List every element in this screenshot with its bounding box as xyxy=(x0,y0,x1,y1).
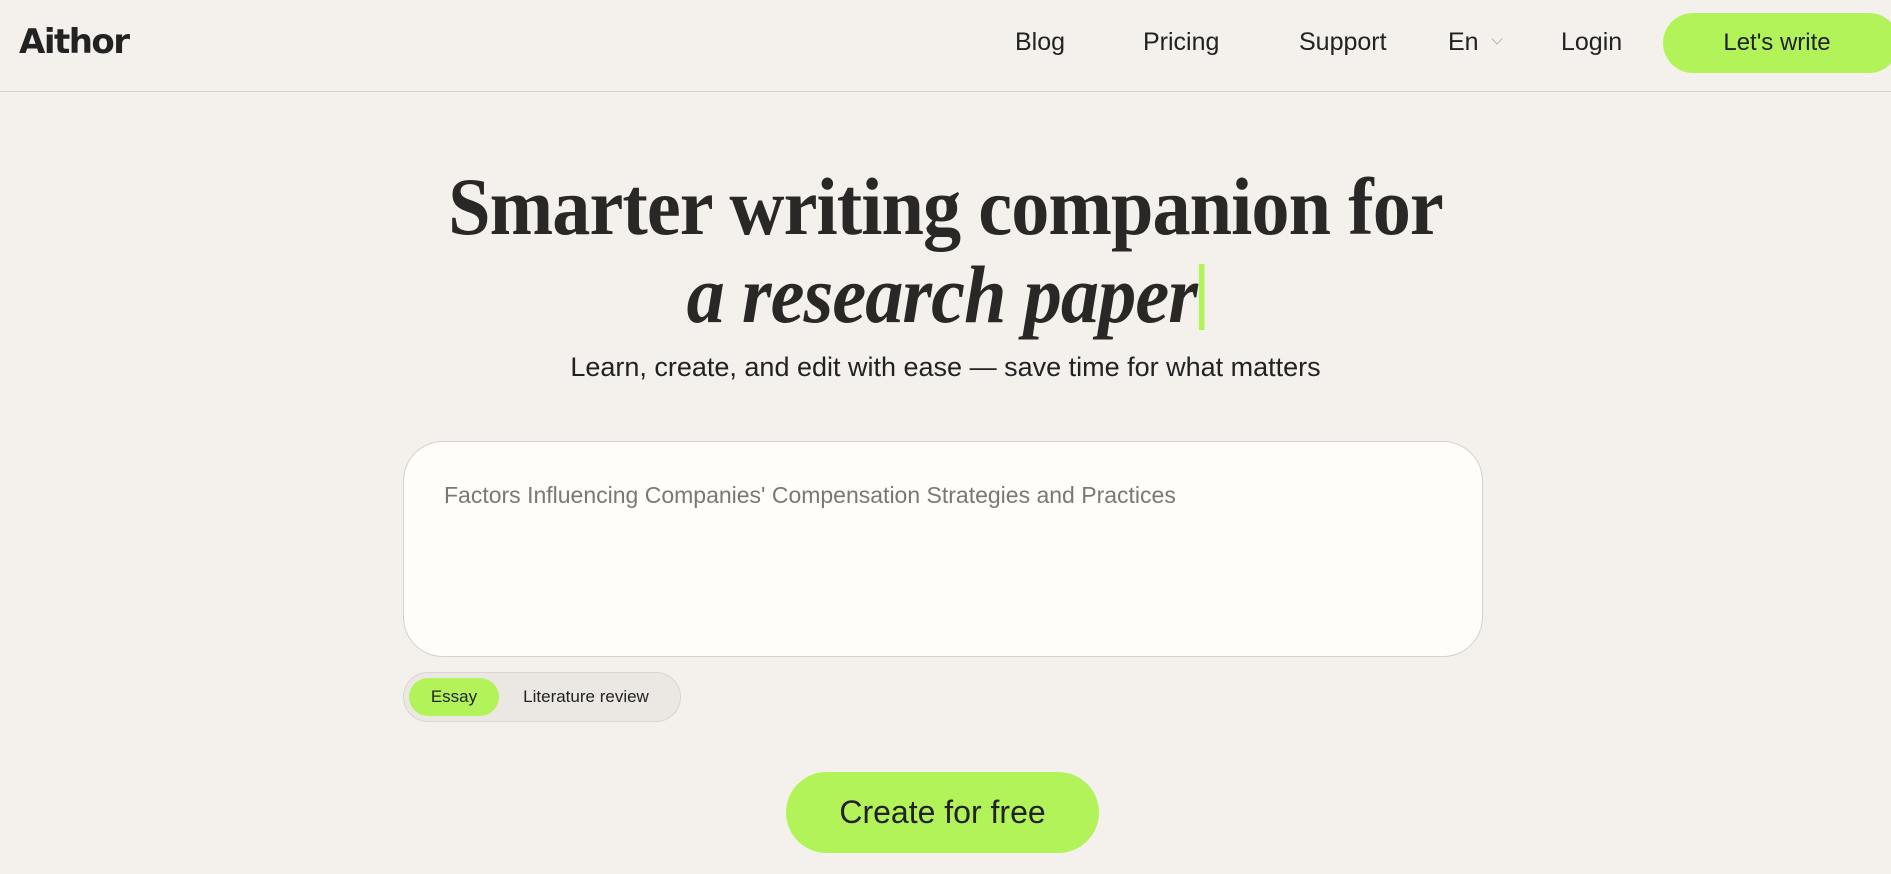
login-link[interactable]: Login xyxy=(1561,27,1622,57)
create-for-free-button[interactable]: Create for free xyxy=(786,772,1099,853)
language-selector[interactable]: En xyxy=(1448,27,1503,57)
nav-pricing-link[interactable]: Pricing xyxy=(1143,27,1219,57)
language-label: En xyxy=(1448,28,1479,56)
mode-toggle: Essay Literature review xyxy=(403,672,681,722)
topic-input-box[interactable] xyxy=(403,441,1483,657)
chevron-down-icon xyxy=(1490,33,1503,45)
mode-essay-button[interactable]: Essay xyxy=(409,678,499,716)
typing-cursor-icon xyxy=(1198,264,1205,330)
hero-subtitle: Learn, create, and edit with ease — save… xyxy=(570,352,1321,382)
mode-literature-review-button[interactable]: Literature review xyxy=(511,678,661,716)
logo[interactable]: Aithor xyxy=(19,22,130,62)
nav-blog-link[interactable]: Blog xyxy=(1015,27,1065,57)
hero-title-typed-text: a research paper xyxy=(686,249,1198,340)
topic-input[interactable] xyxy=(444,482,1424,509)
top-nav: Aithor Blog Pricing Support En Login Let… xyxy=(0,0,1891,92)
lets-write-button[interactable]: Let's write xyxy=(1663,13,1891,73)
hero-title-line1: Smarter writing companion for xyxy=(448,161,1444,252)
nav-support-link[interactable]: Support xyxy=(1299,27,1387,57)
hero-title-line2: a research paper xyxy=(66,250,1825,340)
